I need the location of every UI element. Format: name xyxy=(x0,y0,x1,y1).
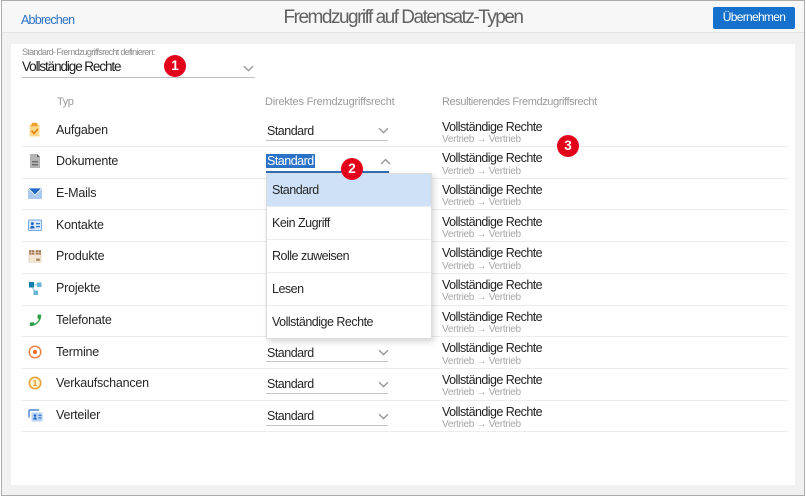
svg-text:1: 1 xyxy=(33,379,38,388)
